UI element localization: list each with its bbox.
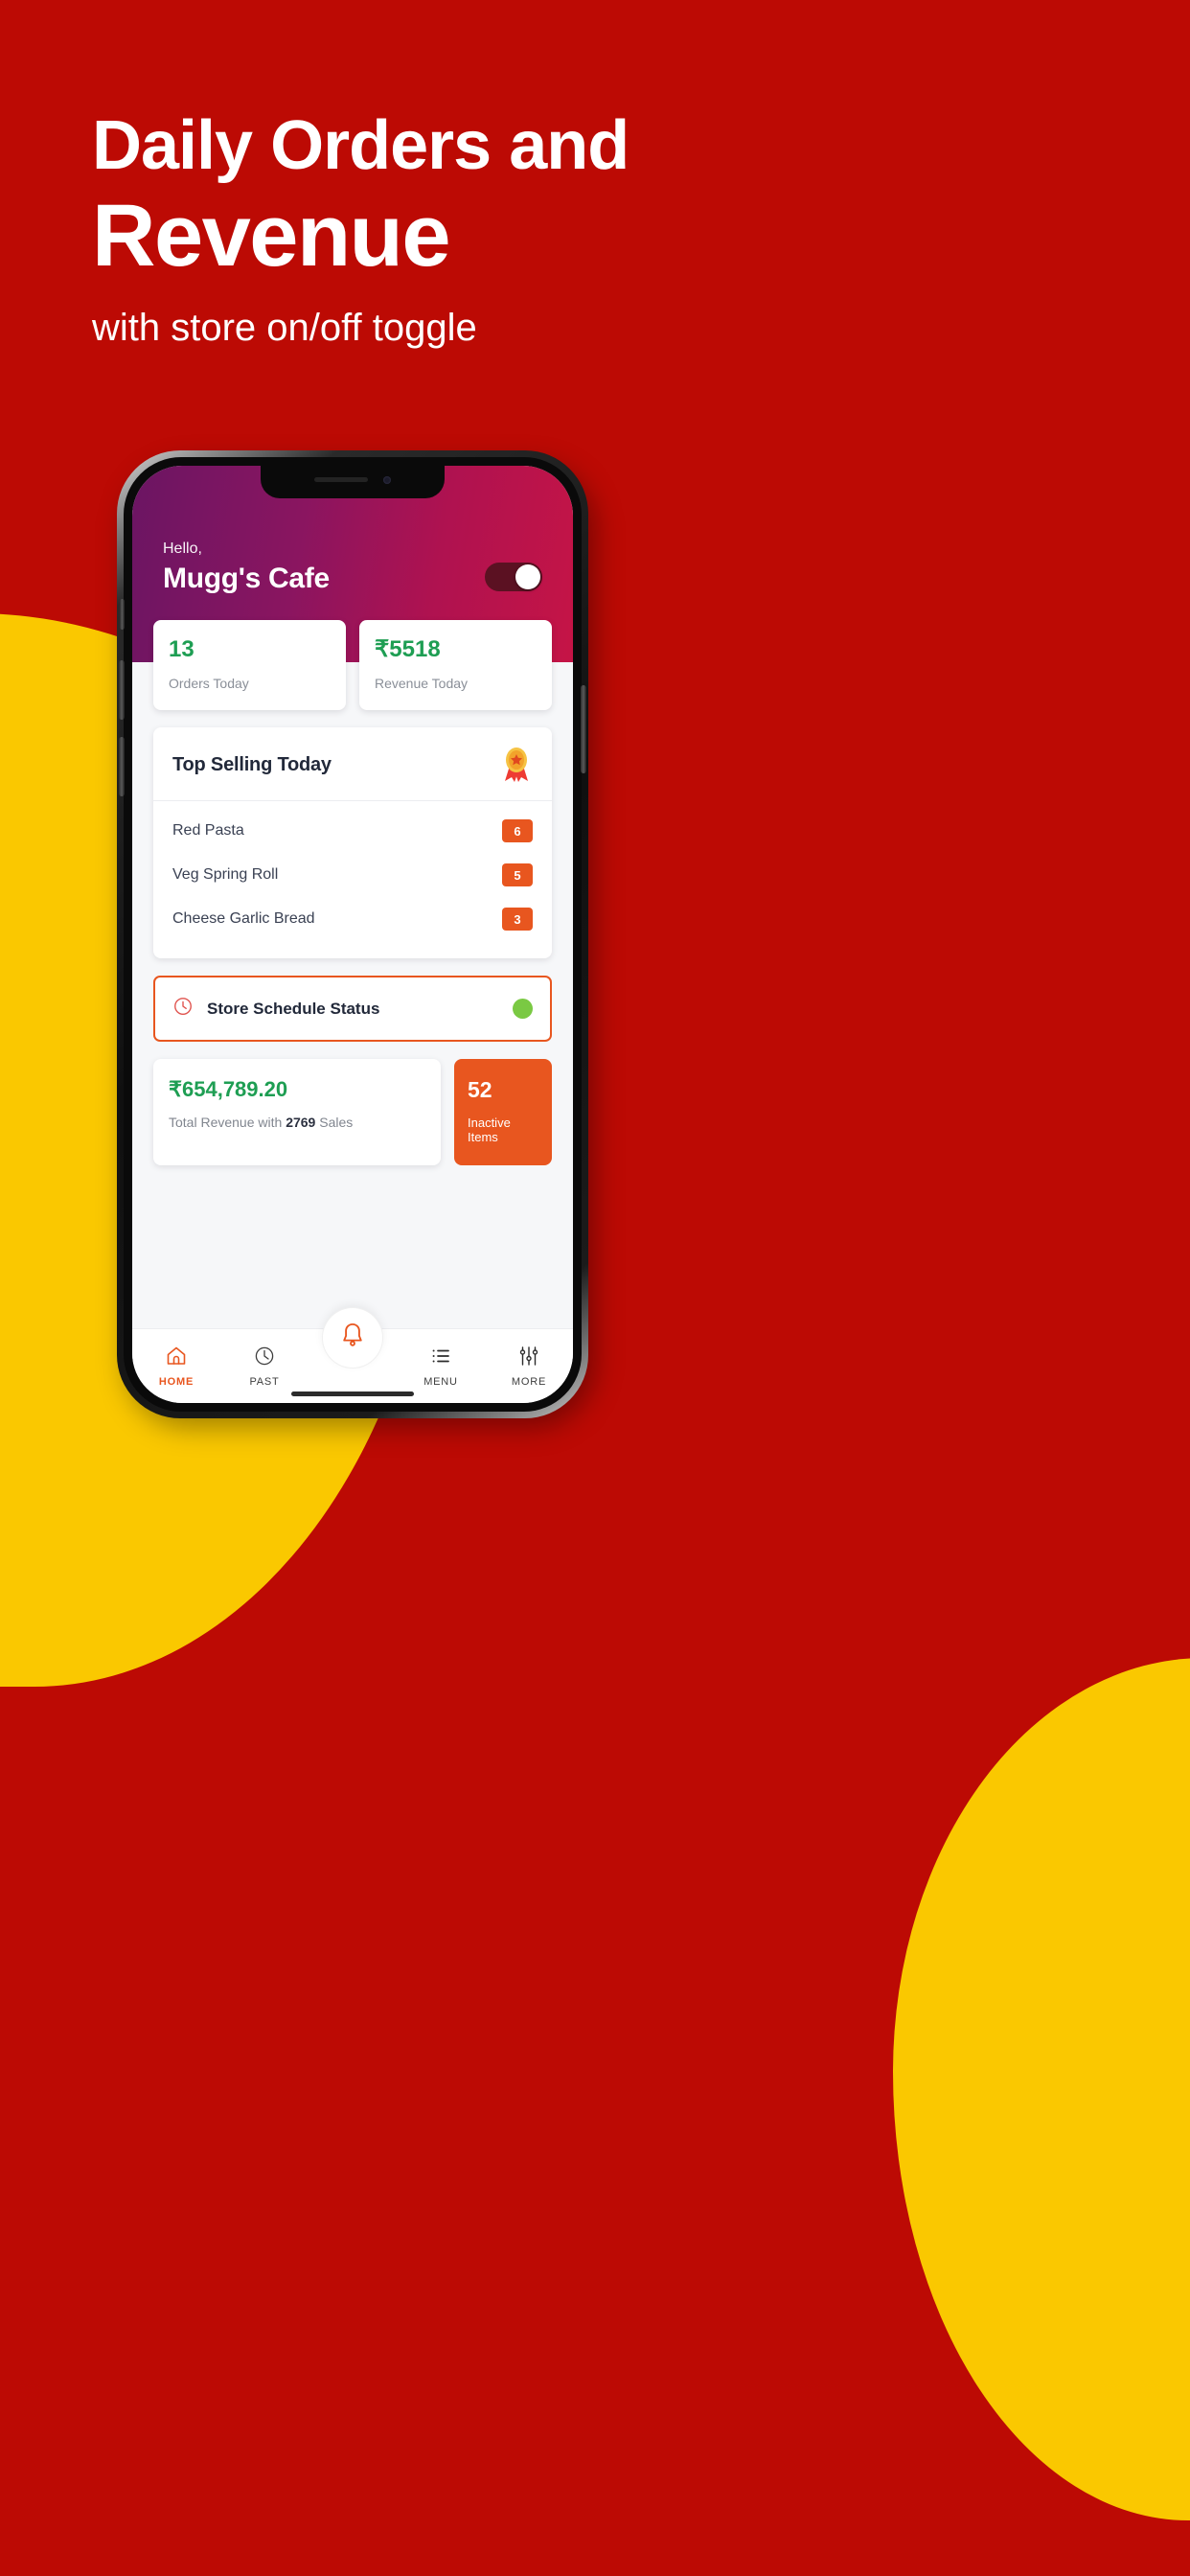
hero-text-block: Daily Orders and Revenue with store on/o…	[92, 107, 629, 351]
phone-mute-switch	[120, 599, 125, 630]
list-icon	[429, 1345, 452, 1368]
decorative-blob-right	[893, 1658, 1190, 2520]
medal-icon	[500, 747, 533, 783]
phone-volume-down-button	[119, 737, 125, 796]
orders-today-card[interactable]: 13 Orders Today	[153, 620, 346, 711]
headline-line-1: Daily Orders and	[92, 107, 629, 184]
top-selling-title: Top Selling Today	[172, 753, 332, 775]
headline-subtitle: with store on/off toggle	[92, 306, 477, 349]
total-sales-count: 2769	[286, 1114, 316, 1130]
home-icon	[165, 1345, 188, 1368]
item-name: Veg Spring Roll	[172, 866, 279, 884]
total-sub-suffix: Sales	[315, 1114, 354, 1130]
item-count-badge: 6	[502, 819, 533, 843]
nav-item-home[interactable]: HOME	[132, 1345, 220, 1388]
toggle-knob	[515, 564, 540, 589]
greeting-block: Hello, Mugg's Cafe	[163, 540, 330, 595]
orders-today-value: 13	[169, 636, 195, 662]
inactive-items-value: 52	[468, 1077, 492, 1103]
item-count-badge: 5	[502, 863, 533, 887]
phone-screen: Hello, Mugg's Cafe 13 Orders Today ₹5518…	[132, 466, 573, 1403]
inactive-items-card[interactable]: 52 Inactive Items	[454, 1059, 552, 1165]
store-online-toggle[interactable]	[485, 563, 542, 591]
clock-icon	[253, 1345, 276, 1368]
stat-card-row: 13 Orders Today ₹5518 Revenue Today	[153, 620, 552, 711]
list-item[interactable]: Veg Spring Roll 5	[172, 853, 533, 897]
phone-notch	[261, 466, 445, 498]
total-revenue-card[interactable]: ₹654,789.20 Total Revenue with 2769 Sale…	[153, 1059, 441, 1165]
phone-volume-up-button	[119, 660, 125, 720]
app-body: 13 Orders Today ₹5518 Revenue Today Top …	[132, 620, 573, 1328]
phone-mockup: Hello, Mugg's Cafe 13 Orders Today ₹5518…	[117, 450, 596, 1428]
nav-item-past[interactable]: PAST	[220, 1345, 309, 1388]
list-item[interactable]: Red Pasta 6	[172, 809, 533, 853]
item-name: Cheese Garlic Bread	[172, 910, 315, 928]
front-camera-icon	[383, 475, 391, 484]
phone-bezel: Hello, Mugg's Cafe 13 Orders Today ₹5518…	[119, 457, 586, 1412]
clock-icon	[172, 996, 194, 1022]
greeting-text: Hello,	[163, 540, 202, 557]
phone-frame: Hello, Mugg's Cafe 13 Orders Today ₹5518…	[117, 450, 588, 1418]
nav-item-menu[interactable]: MENU	[397, 1345, 485, 1388]
store-name: Mugg's Cafe	[163, 563, 330, 594]
earpiece-speaker-icon	[314, 477, 368, 482]
top-selling-panel: Top Selling Today Red Pasta 6 Veg Spring…	[153, 727, 552, 959]
total-revenue-subtext: Total Revenue with 2769 Sales	[169, 1115, 425, 1130]
store-schedule-status-card[interactable]: Store Schedule Status	[153, 976, 552, 1043]
nav-label-more: MORE	[511, 1376, 547, 1388]
revenue-today-value: ₹5518	[375, 636, 441, 662]
nav-item-more[interactable]: MORE	[485, 1345, 573, 1388]
sliders-icon	[517, 1345, 540, 1368]
headline-line-2: Revenue	[92, 186, 451, 285]
nav-label-home: HOME	[158, 1376, 195, 1388]
inactive-items-label: Inactive Items	[468, 1115, 511, 1144]
total-revenue-value: ₹654,789.20	[169, 1077, 288, 1102]
top-selling-list: Red Pasta 6 Veg Spring Roll 5 Cheese Gar…	[153, 801, 552, 958]
notifications-fab[interactable]	[323, 1308, 382, 1368]
list-item[interactable]: Cheese Garlic Bread 3	[172, 897, 533, 941]
promo-banner: Daily Orders and Revenue with store on/o…	[0, 0, 1190, 2576]
phone-power-button	[581, 685, 586, 773]
bell-icon	[339, 1322, 366, 1355]
revenue-today-label: Revenue Today	[375, 676, 469, 692]
store-schedule-status-label: Store Schedule Status	[207, 999, 380, 1018]
total-sub-prefix: Total Revenue with	[169, 1114, 286, 1130]
top-selling-header: Top Selling Today	[153, 727, 552, 802]
orders-today-label: Orders Today	[169, 676, 249, 692]
nav-label-menu: MENU	[423, 1376, 458, 1388]
greeting-row: Hello, Mugg's Cafe	[163, 540, 542, 595]
bottom-navigation: HOME PAST MENU MORE	[132, 1308, 573, 1403]
revenue-today-card[interactable]: ₹5518 Revenue Today	[359, 620, 552, 711]
totals-row: ₹654,789.20 Total Revenue with 2769 Sale…	[153, 1059, 552, 1165]
home-indicator	[291, 1392, 414, 1396]
status-badge	[513, 999, 533, 1020]
item-name: Red Pasta	[172, 822, 244, 840]
item-count-badge: 3	[502, 908, 533, 932]
nav-label-past: PAST	[249, 1376, 280, 1388]
